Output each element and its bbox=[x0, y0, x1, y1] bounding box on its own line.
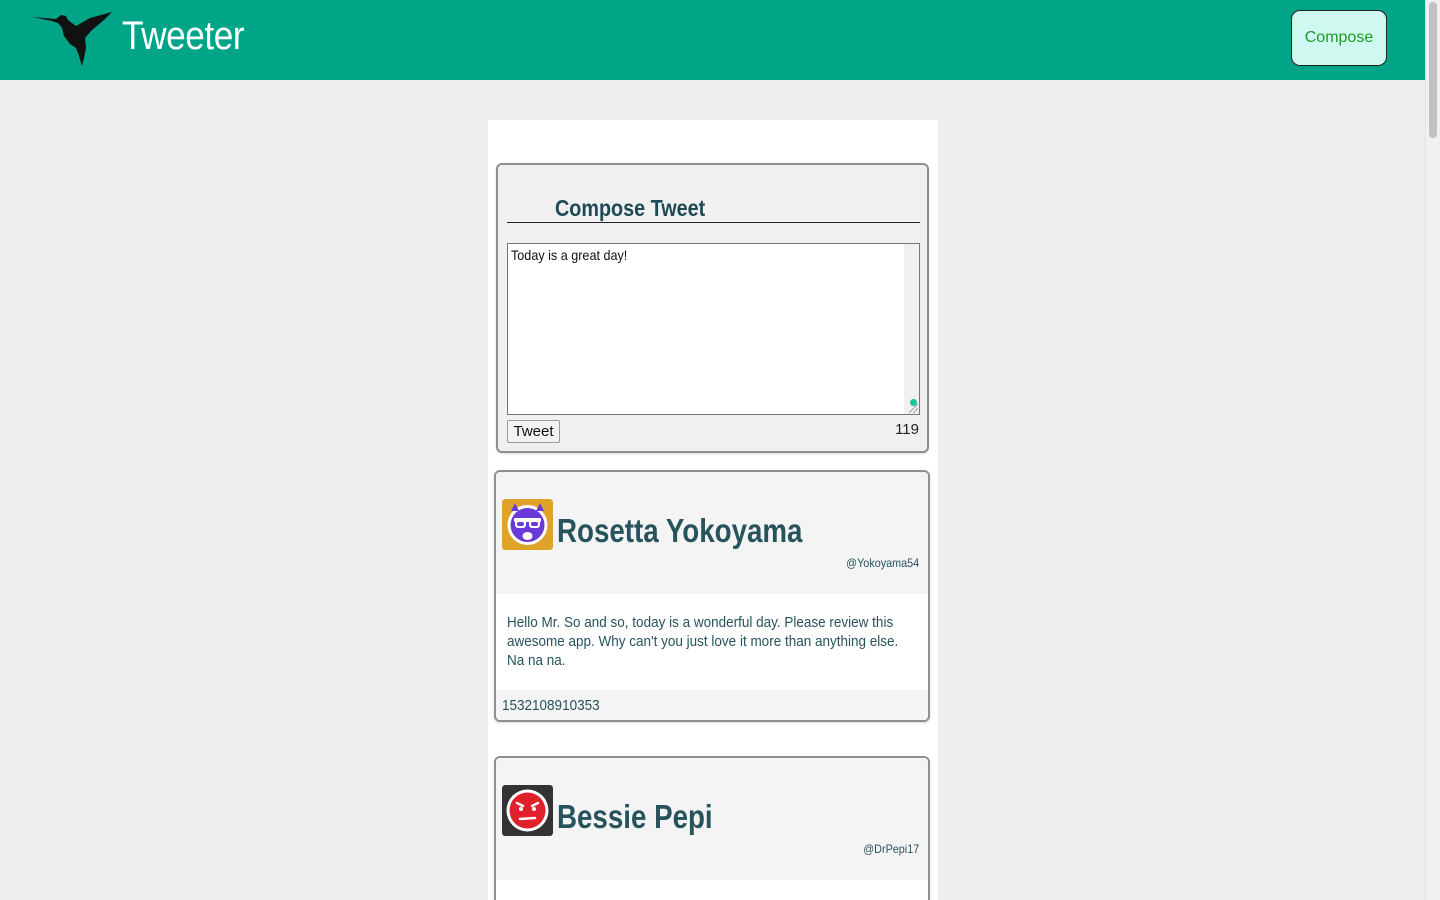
author-handle[interactable]: @DrPepi17 bbox=[863, 842, 919, 856]
scrollbar-thumb[interactable] bbox=[1429, 2, 1437, 138]
tweet-header: Bessie Pepi @DrPepi17 bbox=[496, 758, 928, 880]
tweet-textarea[interactable]: Today is a great day! bbox=[507, 243, 920, 415]
textarea-scrollbar[interactable] bbox=[904, 244, 919, 414]
tweet-card: Bessie Pepi @DrPepi17 bbox=[494, 756, 930, 900]
author-handle[interactable]: @Yokoyama54 bbox=[846, 556, 919, 570]
tweet-timestamp: 1532108910353 bbox=[502, 697, 600, 714]
tweet-input-text[interactable]: Today is a great day! bbox=[511, 247, 627, 263]
author-name[interactable]: Bessie Pepi bbox=[557, 798, 713, 836]
cool-sunglasses-face-icon bbox=[502, 499, 553, 550]
tweet-header: Rosetta Yokoyama @Yokoyama54 bbox=[496, 472, 928, 594]
brand-title: Tweeter bbox=[122, 14, 245, 58]
tweet-submit-button[interactable]: Tweet bbox=[507, 420, 560, 443]
author-name[interactable]: Rosetta Yokoyama bbox=[557, 512, 802, 550]
tweet-footer: 1532108910353 bbox=[496, 690, 928, 720]
compose-button[interactable]: Compose bbox=[1291, 10, 1387, 66]
character-counter: 119 bbox=[895, 421, 919, 438]
page-scrollbar[interactable] bbox=[1425, 0, 1440, 900]
compose-title: Compose Tweet bbox=[555, 195, 706, 221]
tweet-card: Rosetta Yokoyama @Yokoyama54 Hello Mr. S… bbox=[494, 470, 930, 722]
main-container: Compose Tweet Today is a great day! Twee… bbox=[488, 120, 938, 900]
hummingbird-logo-icon bbox=[32, 12, 112, 66]
divider bbox=[507, 222, 920, 223]
tweet-content: Hello Mr. So and so, today is a wonderfu… bbox=[507, 614, 899, 669]
resize-handle-icon[interactable] bbox=[909, 404, 918, 413]
compose-tweet-section: Compose Tweet Today is a great day! Twee… bbox=[496, 163, 929, 453]
top-navbar: Tweeter Compose bbox=[0, 0, 1425, 80]
worried-face-icon bbox=[502, 785, 553, 836]
